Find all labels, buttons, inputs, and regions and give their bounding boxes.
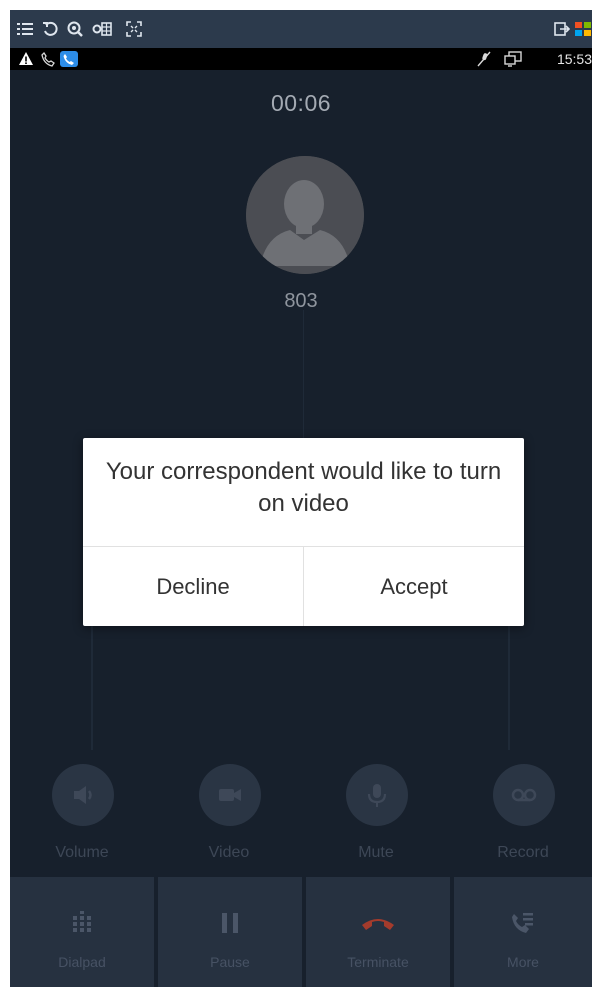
- pause-label: Pause: [210, 954, 250, 970]
- microphone-icon: [367, 784, 387, 807]
- record-tape-icon: [511, 788, 537, 802]
- call-timer: 00:06: [270, 90, 332, 116]
- dialpad-icon: [73, 911, 91, 932]
- more-button[interactable]: More: [454, 877, 592, 987]
- mute-microphone-icon: [477, 51, 491, 67]
- video-label: Video: [208, 844, 250, 861]
- call-screen: 15:53 00:06 803 Volume Video Mute Record…: [10, 10, 592, 987]
- more-icon: [512, 913, 533, 933]
- fullscreen-icon[interactable]: [125, 20, 143, 38]
- decline-button[interactable]: Decline: [83, 547, 303, 626]
- status-bar: 15:53: [10, 48, 592, 70]
- background-line: [508, 610, 510, 750]
- person-silhouette-icon: [246, 156, 364, 274]
- active-call-icon: [60, 51, 78, 67]
- hangup-icon: [362, 919, 394, 930]
- terminate-button[interactable]: Terminate: [306, 877, 450, 987]
- caller-number: 803: [284, 290, 318, 312]
- remote-control-toolbar: [10, 10, 592, 48]
- rotate-icon[interactable]: [42, 20, 60, 38]
- screen-share-icon: [504, 51, 522, 67]
- volume-icon: [74, 786, 92, 804]
- mute-label: Mute: [358, 844, 394, 861]
- more-label: More: [507, 954, 539, 970]
- keyboard-settings-icon[interactable]: [92, 20, 112, 38]
- pause-icon: [222, 913, 238, 933]
- caller-avatar: [246, 156, 364, 274]
- pause-button[interactable]: Pause: [158, 877, 302, 987]
- background-line: [303, 310, 304, 440]
- record-label: Record: [497, 844, 549, 861]
- dialpad-button[interactable]: Dialpad: [10, 877, 154, 987]
- background-line: [91, 610, 93, 750]
- exit-session-icon[interactable]: [554, 20, 570, 38]
- zoom-icon[interactable]: [66, 20, 84, 38]
- accept-button[interactable]: Accept: [304, 547, 524, 626]
- dialog-message: Your correspondent would like to turn on…: [105, 458, 502, 517]
- video-request-dialog: Your correspondent would like to turn on…: [83, 438, 524, 626]
- dialpad-label: Dialpad: [58, 954, 106, 970]
- status-time: 15:53: [556, 51, 592, 67]
- terminate-label: Terminate: [347, 954, 409, 970]
- phone-outline-icon: [41, 51, 55, 67]
- video-button[interactable]: Video: [179, 764, 279, 874]
- volume-label: Volume: [55, 844, 109, 861]
- video-camera-icon: [219, 789, 241, 801]
- record-button[interactable]: Record: [473, 764, 573, 874]
- volume-button[interactable]: Volume: [32, 764, 132, 874]
- warning-icon: [19, 52, 33, 65]
- menu-icon[interactable]: [16, 20, 34, 38]
- windows-logo-icon[interactable]: [573, 20, 592, 38]
- mute-button[interactable]: Mute: [326, 764, 426, 874]
